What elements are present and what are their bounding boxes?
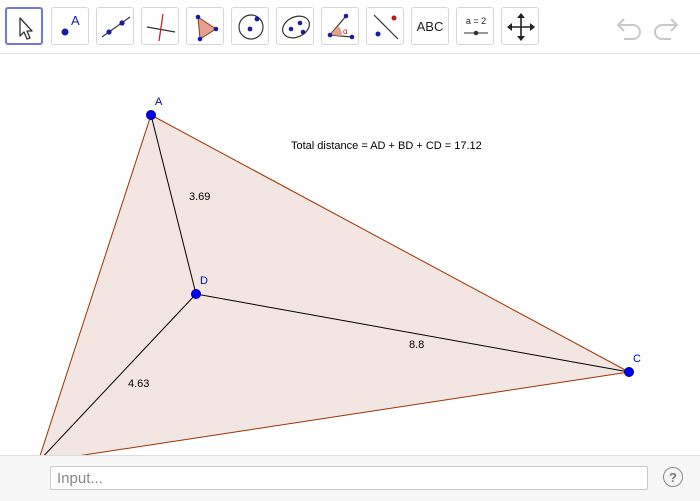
perpendicular-line-icon — [146, 13, 176, 42]
cursor-arrow-icon — [19, 17, 33, 40]
line-tool-button[interactable] — [96, 7, 134, 45]
point-label-d: D — [200, 275, 208, 287]
polygon-icon — [195, 14, 219, 42]
length-label-cd: 8.8 — [409, 339, 424, 351]
slider-icon: a = 2 — [464, 16, 488, 36]
line-through-two-points-icon — [101, 16, 131, 38]
move-graphics-tool-button[interactable] — [501, 7, 539, 45]
algebra-input-field[interactable] — [50, 466, 648, 490]
angle-icon: α — [327, 13, 355, 40]
point-icon: A — [61, 13, 80, 36]
redo-icon — [654, 18, 679, 40]
point-tool-button[interactable]: A — [51, 7, 89, 45]
text-tool-label: ABC — [416, 18, 444, 34]
geometry-canvas[interactable]: 3.69 8.8 4.63 Total distance = AD + BD +… — [0, 54, 700, 455]
move-tool-button[interactable] — [5, 7, 43, 45]
triangle-polygon[interactable] — [38, 114, 631, 455]
redo-button[interactable] — [651, 13, 681, 41]
undo-button[interactable] — [614, 13, 644, 41]
reflect-tool-button[interactable] — [366, 7, 404, 45]
length-label-ad: 3.69 — [189, 191, 210, 203]
circle-tool-button[interactable] — [231, 7, 269, 45]
reflect-about-line-icon — [373, 14, 399, 40]
angle-tool-button[interactable]: α — [321, 7, 359, 45]
angle-tool-label: α — [343, 27, 348, 36]
slider-tool-button[interactable]: a = 2 — [456, 7, 494, 45]
toolbar: A α ABC a = 2 — [0, 0, 700, 54]
input-bar — [0, 455, 700, 501]
point-a[interactable] — [146, 110, 156, 120]
point-tool-label: A — [71, 13, 80, 28]
total-distance-text: Total distance = AD + BD + CD = 17.12 — [291, 140, 482, 152]
point-label-c: C — [633, 353, 641, 365]
ellipse-tool-button[interactable] — [276, 7, 314, 45]
help-icon[interactable]: ? — [663, 467, 683, 487]
point-label-a: A — [155, 96, 163, 108]
slider-tool-label: a = 2 — [466, 16, 486, 26]
length-label-bd: 4.63 — [128, 378, 149, 390]
polygon-tool-button[interactable] — [186, 7, 224, 45]
text-icon: ABC — [412, 8, 448, 44]
perpendicular-tool-button[interactable] — [141, 7, 179, 45]
move-graphics-view-icon — [507, 13, 535, 41]
text-tool-button[interactable]: ABC — [411, 7, 449, 45]
point-d[interactable] — [191, 289, 201, 299]
ellipse-icon — [282, 15, 310, 39]
help-label: ? — [669, 469, 677, 485]
graphics-view[interactable]: 3.69 8.8 4.63 Total distance = AD + BD +… — [0, 54, 700, 455]
point-c[interactable] — [624, 367, 634, 377]
undo-icon — [616, 18, 641, 40]
circle-center-point-icon — [238, 14, 264, 40]
